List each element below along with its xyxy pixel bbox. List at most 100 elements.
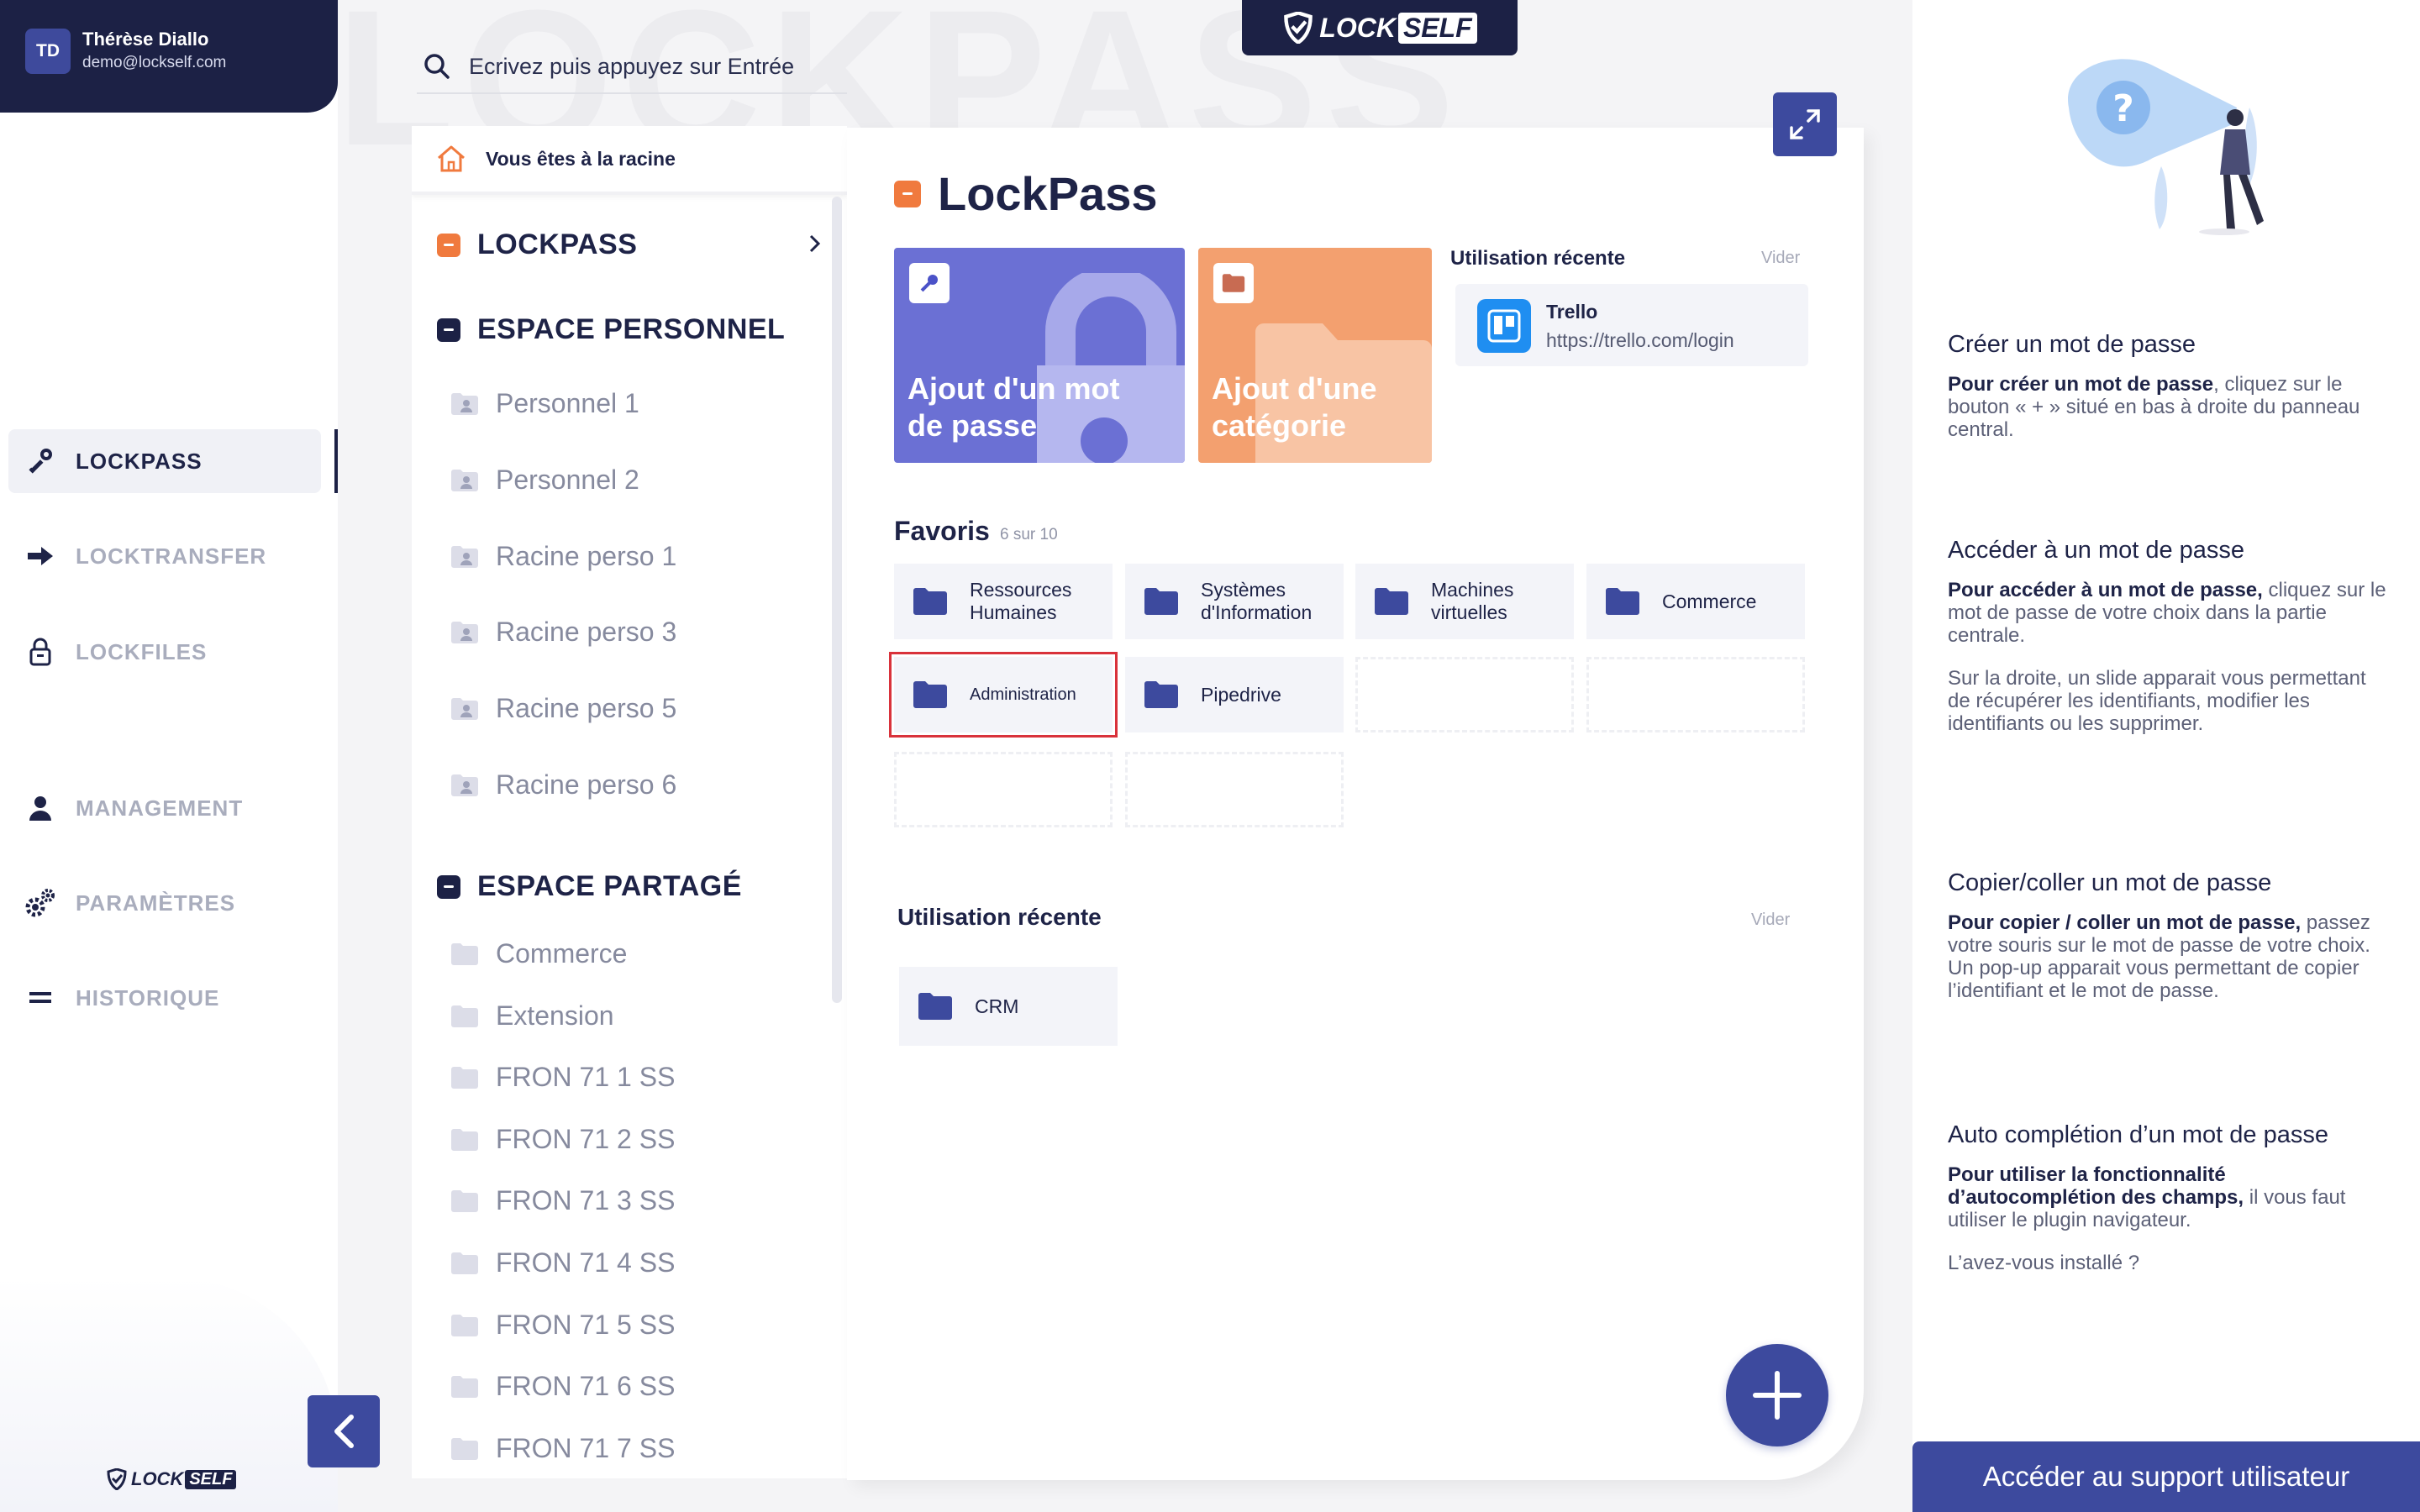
- tree-item[interactable]: FRON 71 3 SS: [450, 1185, 675, 1216]
- page-title: LockPass: [894, 166, 1158, 221]
- favorite-folder[interactable]: Machines virtuelles: [1355, 564, 1574, 639]
- tree-section-lockpass[interactable]: LOCKPASS: [437, 228, 823, 261]
- trello-icon: [1477, 299, 1531, 353]
- tree-item-label: FRON 71 2 SS: [496, 1124, 676, 1154]
- folder-icon: [451, 1375, 478, 1398]
- tree-item[interactable]: Personnel 2: [450, 465, 639, 496]
- help-text: Pour accéder à un mot de passe, cliquez …: [1948, 579, 2393, 647]
- nav-item-lockpass[interactable]: LOCKPASS: [8, 429, 321, 493]
- tree-item[interactable]: Commerce: [450, 938, 627, 969]
- user-icon: [24, 791, 57, 825]
- item-name: Trello: [1546, 301, 1598, 323]
- help-title: Auto complétion d’un mot de passe: [1948, 1121, 2328, 1148]
- plus-icon: [1753, 1371, 1802, 1420]
- personal-folder-icon: [451, 469, 478, 491]
- help-panel: ? Créer un mot de passe Pour créer un mo…: [1912, 0, 2420, 1512]
- nav-label: LOCKFILES: [76, 638, 208, 664]
- add-button[interactable]: [1726, 1344, 1828, 1446]
- orange-square-icon: [437, 233, 460, 257]
- tree-item[interactable]: FRON 71 4 SS: [450, 1247, 675, 1278]
- favorite-folder[interactable]: Ressources Humaines: [894, 564, 1113, 639]
- favorites-count: 6 sur 10: [1000, 526, 1058, 543]
- tree-item[interactable]: FRON 71 7 SS: [450, 1433, 675, 1464]
- item-url: https://trello.com/login: [1546, 329, 1734, 351]
- tree-item[interactable]: Personnel 1: [450, 388, 639, 419]
- collapse-sidebar-button[interactable]: [308, 1395, 380, 1467]
- tree-item[interactable]: Racine perso 5: [450, 693, 676, 724]
- tree-item[interactable]: Racine perso 3: [450, 617, 676, 648]
- personal-folder-icon: [451, 697, 478, 720]
- personal-folder-icon: [451, 392, 478, 415]
- tree-item[interactable]: FRON 71 2 SS: [450, 1124, 675, 1155]
- breadcrumb-label: Vous êtes à la racine: [486, 147, 676, 170]
- card-label: Ajout d'une catégorie: [1212, 371, 1377, 443]
- nav-item-parametres[interactable]: PARAMÈTRES: [8, 871, 321, 935]
- tree-section-personal[interactable]: ESPACE PERSONNEL: [437, 313, 785, 346]
- personal-folder-icon: [451, 774, 478, 796]
- left-navigation: TD Thérèse Diallo demo@lockself.com LOCK…: [0, 0, 338, 1512]
- help-bold: Pour accéder à un mot de passe,: [1948, 579, 2263, 601]
- expand-icon: [1790, 109, 1820, 139]
- favorite-folder[interactable]: Pipedrive: [1125, 657, 1344, 732]
- tree-item[interactable]: FRON 71 6 SS: [450, 1371, 675, 1402]
- expand-button[interactable]: [1773, 92, 1837, 156]
- folder-icon: [451, 1128, 478, 1151]
- tree-item-label: FRON 71 6 SS: [496, 1371, 676, 1401]
- support-button[interactable]: Accéder au support utilisateur: [1912, 1441, 2420, 1512]
- add-password-card[interactable]: Ajout d'un mot de passe: [894, 248, 1185, 463]
- nav-item-historique[interactable]: HISTORIQUE: [8, 966, 321, 1030]
- key-icon: [909, 263, 950, 303]
- tree-item[interactable]: FRON 71 5 SS: [450, 1310, 675, 1341]
- help-text: Pour copier / coller un mot de passe, pa…: [1948, 911, 2393, 1002]
- tree-item[interactable]: Racine perso 6: [450, 769, 676, 801]
- tree-item[interactable]: FRON 71 1 SS: [450, 1062, 675, 1093]
- history-icon: [24, 981, 57, 1015]
- favorite-label: Ressources Humaines: [970, 579, 1072, 623]
- help-section-access: Accéder à un mot de passe Pour accéder à…: [1948, 535, 2393, 755]
- nav-item-management[interactable]: MANAGEMENT: [8, 776, 321, 840]
- tree-item-label: Racine perso 5: [496, 693, 677, 723]
- search-input[interactable]: [469, 53, 839, 80]
- folder-icon: [1213, 263, 1254, 303]
- tree-section-shared[interactable]: ESPACE PARTAGÉ: [437, 870, 742, 903]
- chevron-right-icon: [809, 234, 821, 253]
- user-card[interactable]: TD Thérèse Diallo demo@lockself.com: [0, 0, 338, 113]
- avatar: TD: [25, 29, 71, 74]
- gears-icon: [24, 886, 57, 920]
- tree-item[interactable]: Racine perso 1: [450, 541, 676, 572]
- folder-icon: [1606, 588, 1639, 615]
- nav-item-locktransfer[interactable]: LOCKTRANSFER: [8, 524, 321, 588]
- folder-icon: [451, 1437, 478, 1460]
- logo-self-text: SELF: [185, 1469, 237, 1489]
- help-title: Copier/coller un mot de passe: [1948, 869, 2272, 896]
- clear-recent-button[interactable]: Vider: [1751, 911, 1790, 930]
- help-bold: Pour copier / coller un mot de passe,: [1948, 911, 2302, 934]
- tree-scrollbar[interactable]: [832, 197, 842, 1003]
- user-name: Thérèse Diallo: [82, 29, 209, 50]
- recent-password-item[interactable]: Trello https://trello.com/login: [1455, 284, 1808, 366]
- favorite-folder-administration[interactable]: Administration: [889, 652, 1118, 738]
- personal-folder-icon: [451, 545, 478, 568]
- section-title: ESPACE PARTAGÉ: [477, 870, 742, 902]
- nav-item-lockfiles[interactable]: LOCKFILES: [8, 620, 321, 684]
- collapse-square-icon: [437, 874, 460, 899]
- folder-tree-panel: Vous êtes à la racine LOCKPASS ESPACE PE…: [412, 126, 847, 1478]
- tree-item-label: Personnel 1: [496, 388, 639, 418]
- recent-folder-item[interactable]: CRM: [899, 967, 1118, 1046]
- favorite-folder[interactable]: Commerce: [1586, 564, 1805, 639]
- favorite-label: Pipedrive: [1201, 683, 1281, 706]
- tree-item[interactable]: Extension: [450, 1000, 614, 1032]
- nav-label: LOCKPASS: [76, 448, 203, 474]
- section-title: LOCKPASS: [477, 228, 638, 260]
- folder-icon: [918, 993, 952, 1020]
- personal-folder-icon: [451, 621, 478, 643]
- logo-lock-text: LOCK: [131, 1468, 184, 1489]
- clear-recent-button[interactable]: Vider: [1761, 249, 1800, 268]
- help-bold: Pour utiliser la fonctionnalité d’autoco…: [1948, 1163, 2244, 1209]
- active-nav-marker: [334, 429, 338, 493]
- breadcrumb[interactable]: Vous êtes à la racine: [412, 126, 847, 195]
- help-bold: Pour créer un mot de passe: [1948, 373, 2214, 396]
- favorite-folder[interactable]: Systèmes d'Information: [1125, 564, 1344, 639]
- add-category-card[interactable]: Ajout d'une catégorie: [1198, 248, 1432, 463]
- empty-favorite-slot: [894, 752, 1113, 827]
